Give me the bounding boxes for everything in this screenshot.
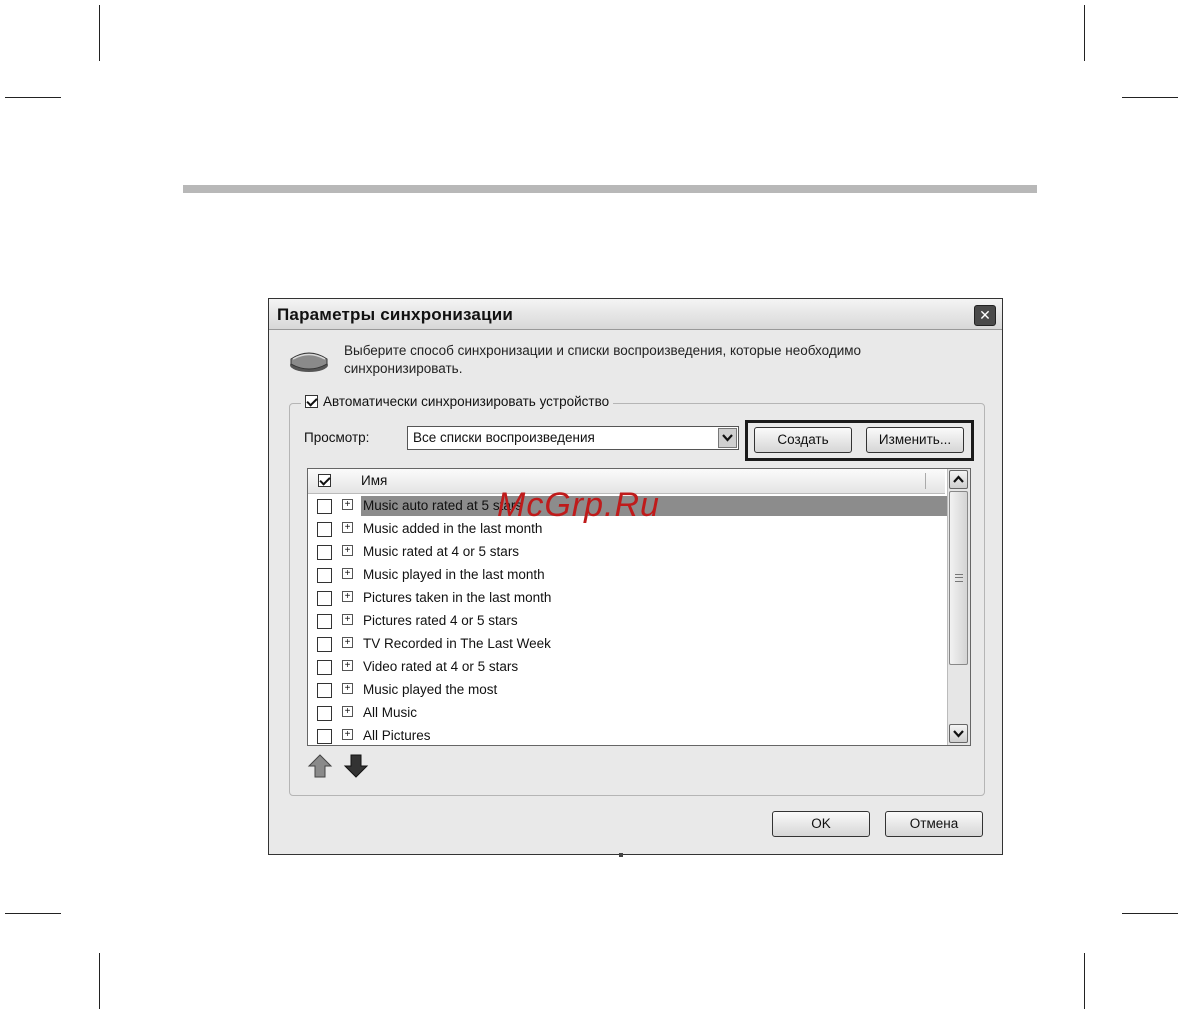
auto-sync-checkbox[interactable]	[305, 395, 318, 408]
item-checkbox[interactable]	[317, 522, 332, 537]
item-label: Music played the most	[363, 682, 498, 697]
item-label: All Pictures	[363, 728, 431, 743]
dialog-title: Параметры синхронизации	[277, 305, 514, 324]
crop-mark	[5, 913, 61, 914]
device-icon	[290, 352, 328, 372]
item-label: Pictures rated 4 or 5 stars	[363, 613, 518, 628]
close-icon: ✕	[979, 307, 991, 323]
crop-mark	[1122, 97, 1178, 98]
list-item[interactable]: + Pictures taken in the last month	[308, 587, 948, 610]
title-bar[interactable]: Параметры синхронизации ✕	[269, 299, 1002, 330]
crop-mark	[5, 97, 61, 98]
expand-icon[interactable]: +	[342, 637, 353, 648]
create-button[interactable]: Создать	[754, 427, 852, 453]
column-header-name[interactable]: Имя	[361, 473, 387, 488]
view-dropdown-value: Все списки воспроизведения	[413, 430, 595, 445]
expand-icon[interactable]: +	[342, 683, 353, 694]
scroll-up-button[interactable]	[949, 470, 968, 489]
item-checkbox[interactable]	[317, 614, 332, 629]
list-item[interactable]: + Music rated at 4 or 5 stars	[308, 541, 948, 564]
page-header-rule	[183, 185, 1037, 193]
page-tick	[619, 853, 623, 857]
select-all-checkbox[interactable]	[318, 474, 331, 487]
expand-icon[interactable]: +	[342, 591, 353, 602]
item-checkbox[interactable]	[317, 568, 332, 583]
grip-icon	[955, 574, 963, 582]
chevron-down-icon	[953, 730, 964, 738]
auto-sync-option[interactable]: Автоматически синхронизировать устройств…	[301, 394, 614, 409]
view-dropdown[interactable]: Все списки воспроизведения	[407, 426, 739, 450]
cancel-button[interactable]: Отмена	[885, 811, 983, 837]
list-item[interactable]: + All Pictures	[308, 725, 948, 745]
item-checkbox[interactable]	[317, 637, 332, 652]
list-item[interactable]: + Music played the most	[308, 679, 948, 702]
list-item[interactable]: + All Music	[308, 702, 948, 725]
list-item[interactable]: + Music played in the last month	[308, 564, 948, 587]
crop-mark	[1084, 5, 1085, 61]
list-rows: + Music auto rated at 5 stars + Music added…	[308, 495, 948, 745]
expand-icon[interactable]: +	[342, 706, 353, 717]
item-checkbox[interactable]	[317, 545, 332, 560]
item-label: Music rated at 4 or 5 stars	[363, 544, 520, 559]
scroll-down-button[interactable]	[949, 724, 968, 743]
expand-icon[interactable]: +	[342, 499, 353, 510]
item-checkbox[interactable]	[317, 729, 332, 744]
crop-mark	[99, 953, 100, 1009]
view-label: Просмотр:	[304, 430, 370, 445]
auto-sync-label: Автоматически синхронизировать устройств…	[323, 394, 610, 409]
list-item[interactable]: + TV Recorded in The Last Week	[308, 633, 948, 656]
item-checkbox[interactable]	[317, 591, 332, 606]
expand-icon[interactable]: +	[342, 522, 353, 533]
item-label: Pictures taken in the last month	[363, 590, 552, 605]
move-up-arrow-icon[interactable]	[307, 753, 333, 779]
item-label: TV Recorded in The Last Week	[363, 636, 551, 651]
edit-button[interactable]: Изменить...	[866, 427, 964, 453]
chevron-up-icon	[953, 475, 964, 483]
expand-icon[interactable]: +	[342, 660, 353, 671]
item-label: All Music	[363, 705, 418, 720]
item-label: Video rated at 4 or 5 stars	[363, 659, 519, 674]
crop-mark	[99, 5, 100, 61]
expand-icon[interactable]: +	[342, 614, 353, 625]
expand-icon[interactable]: +	[342, 545, 353, 556]
item-label: Music played in the last month	[363, 567, 545, 582]
item-checkbox[interactable]	[317, 706, 332, 721]
column-separator[interactable]	[925, 473, 926, 489]
dialog-description: Выберите способ синхронизации и списки в…	[344, 343, 862, 376]
ok-button[interactable]: OK	[772, 811, 870, 837]
item-checkbox[interactable]	[317, 683, 332, 698]
item-checkbox[interactable]	[317, 499, 332, 514]
crop-mark	[1084, 953, 1085, 1009]
vertical-scrollbar[interactable]	[947, 469, 970, 745]
expand-icon[interactable]: +	[342, 568, 353, 579]
expand-icon[interactable]: +	[342, 729, 353, 740]
item-checkbox[interactable]	[317, 660, 332, 675]
sync-settings-dialog: Параметры синхронизации ✕ Выберите спосо…	[268, 298, 1003, 855]
list-item[interactable]: + Video rated at 4 or 5 stars	[308, 656, 948, 679]
scroll-thumb[interactable]	[949, 491, 968, 665]
watermark: McGrp.Ru	[497, 486, 660, 524]
chevron-down-icon[interactable]	[718, 428, 737, 448]
crop-mark	[1122, 913, 1178, 914]
close-button[interactable]: ✕	[974, 305, 996, 326]
list-item[interactable]: + Pictures rated 4 or 5 stars	[308, 610, 948, 633]
move-down-arrow-icon[interactable]	[343, 753, 369, 779]
highlight-frame: Создать Изменить...	[745, 420, 974, 461]
